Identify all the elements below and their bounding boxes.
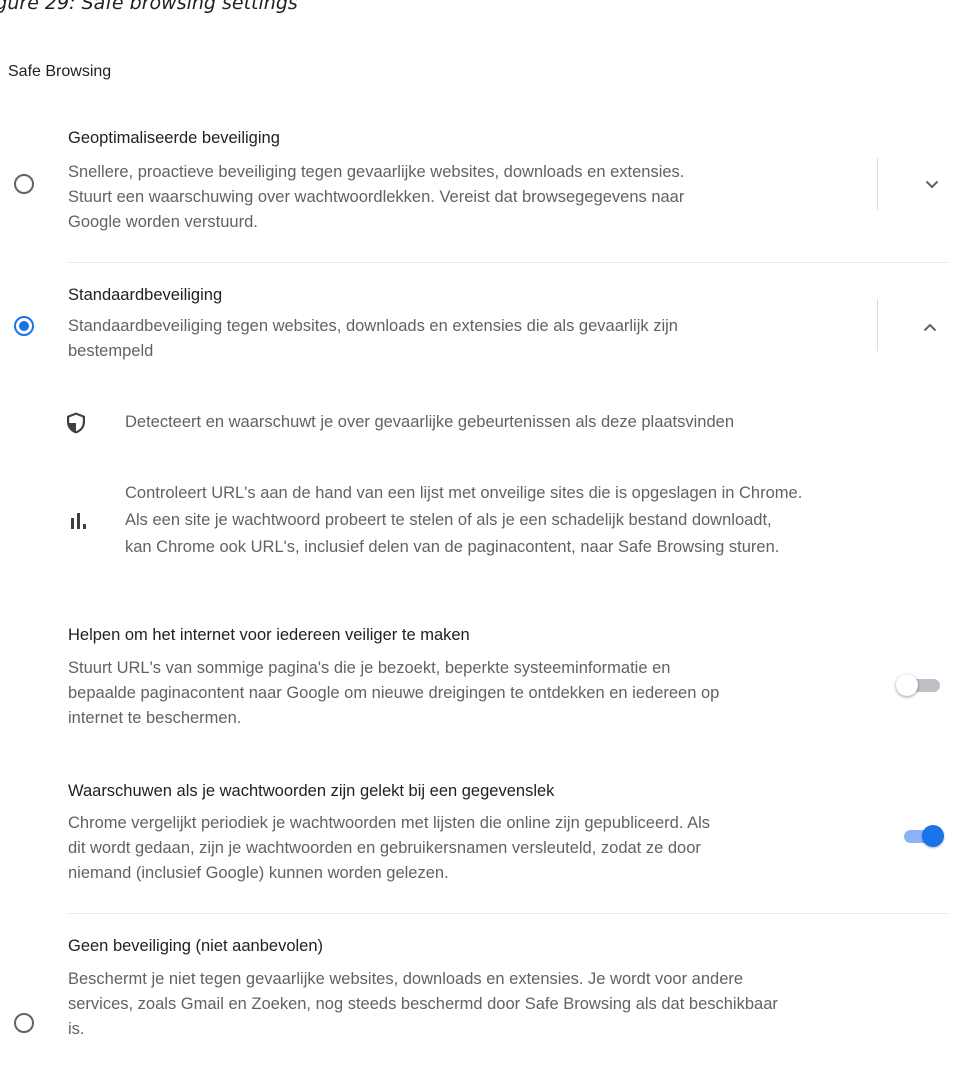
feature-url-check-text: Controleert URL's aan de hand van een li… <box>125 480 802 561</box>
option-standard-description: Standaardbeveiliging tegen websites, dow… <box>68 314 678 364</box>
description-line: is. <box>68 1020 85 1038</box>
description-line: Chrome vergelijkt periodiek je wachtwoor… <box>68 814 711 832</box>
collapse-button-standard[interactable] <box>918 315 942 339</box>
bar-chart-icon <box>71 513 86 529</box>
vertical-divider <box>877 299 878 351</box>
toggle-help-improve-title: Helpen om het internet voor iedereen vei… <box>68 626 470 644</box>
option-standard-title: Standaardbeveiliging <box>68 286 223 304</box>
section-title: Safe Browsing <box>8 63 112 80</box>
option-enhanced-description: Snellere, proactieve beveiliging tegen g… <box>68 160 684 235</box>
option-no-protection-description: Beschermt je niet tegen gevaarlijke webs… <box>68 967 778 1042</box>
option-enhanced-title: Geoptimaliseerde beveiliging <box>68 129 280 147</box>
chevron-down-icon <box>925 180 939 188</box>
toggle-password-leak-description: Chrome vergelijkt periodiek je wachtwoor… <box>68 811 710 886</box>
description-line: Beschermt je niet tegen gevaarlijke webs… <box>68 970 744 988</box>
figure-caption: igure 29: Safe browsing settings <box>0 0 298 14</box>
feature-line: Controleert URL's aan de hand van een li… <box>125 484 803 502</box>
option-divider <box>68 262 948 263</box>
toggle-help-improve[interactable] <box>896 673 944 697</box>
description-line: services, zoals Gmail en Zoeken, nog ste… <box>68 995 778 1013</box>
feature-url-check <box>71 513 89 534</box>
vertical-divider <box>877 158 878 210</box>
description-line: Stuurt URL's van sommige pagina's die je… <box>68 659 671 677</box>
feature-detect <box>66 412 86 439</box>
description-line: Google worden verstuurd. <box>68 213 258 231</box>
radio-no-protection[interactable] <box>14 1013 34 1033</box>
description-line: dit wordt gedaan, zijn je wachtwoorden e… <box>68 839 701 857</box>
feature-line: Als een site je wachtwoord probeert te s… <box>125 511 772 529</box>
description-line: bepaalde paginacontent naar Google om ni… <box>68 684 720 702</box>
description-line: internet te beschermen. <box>68 709 242 727</box>
feature-detect-text: Detecteert en waarschuwt je over gevaarl… <box>125 409 734 436</box>
option-no-protection-title: Geen beveiliging (niet aanbevolen) <box>68 937 324 955</box>
toggle-knob <box>922 825 944 847</box>
shield-icon <box>67 412 85 434</box>
option-divider <box>68 913 948 914</box>
description-line: bestempeld <box>68 342 154 360</box>
description-line: Snellere, proactieve beveiliging tegen g… <box>68 163 685 181</box>
radio-enhanced[interactable] <box>14 174 34 194</box>
radio-standard[interactable] <box>14 316 34 336</box>
description-line: Stuurt een waarschuwing over wachtwoordl… <box>68 188 685 206</box>
description-line: Standaardbeveiliging tegen websites, dow… <box>68 317 678 335</box>
description-line: niemand (inclusief Google) kunnen worden… <box>68 864 449 882</box>
feature-line: Detecteert en waarschuwt je over gevaarl… <box>125 413 735 431</box>
toggle-password-leak-title: Waarschuwen als je wachtwoorden zijn gel… <box>68 782 555 800</box>
toggle-knob <box>896 674 918 696</box>
expand-button-enhanced[interactable] <box>920 172 944 196</box>
toggle-password-leak[interactable] <box>896 824 944 848</box>
toggle-help-improve-description: Stuurt URL's van sommige pagina's die je… <box>68 656 719 731</box>
chevron-up-icon <box>923 323 937 331</box>
feature-line: kan Chrome ook URL's, inclusief delen va… <box>125 538 780 556</box>
